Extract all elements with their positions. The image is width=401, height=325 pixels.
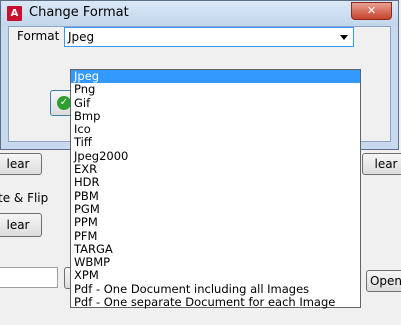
title-bar[interactable]: A Change Format ✕ [1, 1, 398, 26]
clear-button-rotate[interactable]: lear [0, 213, 42, 237]
clear-button-right[interactable]: lear [362, 153, 401, 175]
clear-button-left[interactable]: lear [0, 153, 42, 175]
format-option[interactable]: PPM [71, 216, 360, 229]
format-option[interactable]: Gif [71, 97, 360, 110]
format-option[interactable]: EXR [71, 163, 360, 176]
rotate-flip-label: te & Flip [0, 191, 49, 205]
pdf-app-icon: A [7, 6, 22, 21]
dialog-title: Change Format [29, 5, 129, 20]
checkmark-icon: ✓ [57, 96, 71, 110]
format-option[interactable]: Jpeg2000 [71, 150, 360, 163]
format-option[interactable]: Png [71, 83, 360, 96]
format-dropdown-list: Jpeg Png Gif Bmp Ico Tiff Jpeg2000 EXR H… [70, 69, 361, 309]
format-option[interactable]: PFM [71, 230, 360, 243]
open-button[interactable]: Open [366, 270, 401, 292]
format-option[interactable]: Pdf - One Document including all Images [71, 283, 360, 296]
format-option[interactable]: Ico [71, 123, 360, 136]
format-option[interactable]: PBM [71, 190, 360, 203]
format-option[interactable]: PGM [71, 203, 360, 216]
format-option[interactable]: Pdf - One separate Document for each Ima… [71, 296, 360, 309]
path-input[interactable] [0, 267, 58, 288]
format-option[interactable]: Tiff [71, 136, 360, 149]
format-select-value: Jpeg [68, 30, 95, 44]
format-option[interactable]: TARGA [71, 243, 360, 256]
format-option[interactable]: HDR [71, 176, 360, 189]
format-option[interactable]: Jpeg [71, 70, 360, 84]
format-option[interactable]: WBMP [71, 256, 360, 269]
format-label: Format : [17, 29, 68, 43]
format-option[interactable]: XPM [71, 269, 360, 282]
format-select[interactable]: Jpeg [64, 27, 354, 47]
format-option[interactable]: Bmp [71, 110, 360, 123]
close-button[interactable]: ✕ [351, 2, 392, 20]
chevron-down-icon[interactable] [340, 35, 348, 40]
